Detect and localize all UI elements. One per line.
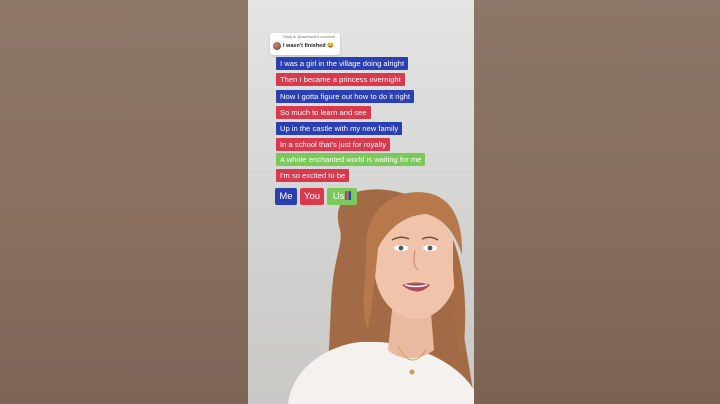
comment-reply-bubble[interactable]: Reply to @username's comment I wasn't fi… [270,33,340,55]
reply-text: I wasn't finished 😂 [283,43,334,49]
lyric-line: A whole enchanted world is waiting for m… [276,153,426,166]
video-frame[interactable]: Reply to @username's comment I wasn't fi… [248,0,474,404]
lyric-line: In a school that's just for royalty [276,138,391,151]
lyric-line: So much to learn and see [276,106,371,119]
tag-us-label: Us [332,191,345,202]
lyric-line: Then I became a princess overnight [276,73,405,86]
right-blurred-border [474,0,720,404]
lyric-line: I was a girl in the village doing alrigh… [276,57,409,70]
left-blurred-border [0,0,248,404]
tag-me: Me [275,188,297,205]
commenter-avatar [273,42,281,50]
tag-us: Us [327,188,357,205]
lyric-line: Now I gotta figure out how to do it righ… [276,90,415,103]
lyric-line: I'm so excited to be [276,169,350,182]
reply-header: Reply to @username's comment [283,35,336,39]
couple-icon [345,191,352,200]
lyric-line: Up in the castle with my new family [276,122,403,135]
tag-you: You [300,188,324,205]
